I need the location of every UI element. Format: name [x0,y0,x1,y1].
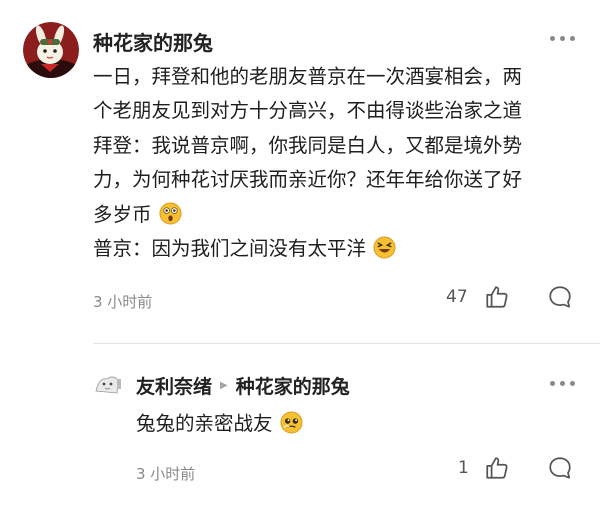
thumbs-up-icon[interactable] [484,284,510,310]
comment-line: 多岁币 [93,202,152,226]
reply-to-name[interactable]: 种花家的那兔 [236,372,350,399]
comment-line: 普京：因为我们之间没有太平洋 [93,237,367,261]
comment-line: 力，为何种花讨厌我而亲近你？还年年给你送了好 [93,168,523,192]
author-avatar[interactable] [23,22,79,78]
like-count: 47 [446,287,468,307]
surprised-emoji-icon [159,202,182,225]
reply-body: 兔兔的亲密战友 [136,410,303,438]
comment-body: 一日，拜登和他的老朋友普京在一次酒宴相会，两 个老朋友见到对方十分高兴，不由得谈… [93,60,563,266]
comment-reply-icon[interactable] [547,284,573,310]
laughing-emoji-icon [373,236,396,259]
comment-author-name[interactable]: 种花家的那兔 [93,27,213,56]
reply-divider [93,343,600,344]
comment-timestamp: 3 小时前 [93,293,153,311]
reply-arrow-icon: ▶ [220,380,228,391]
reply-thumbs-up-icon[interactable] [484,455,510,481]
reply-timestamp: 3 小时前 [136,465,196,483]
comment-line-with-emoji: 普京：因为我们之间没有太平洋 [93,232,563,266]
reply-text: 兔兔的亲密战友 [136,412,273,435]
pleading-emoji-icon [280,411,303,434]
more-options-icon[interactable] [550,36,575,41]
reply-author-avatar[interactable] [93,371,123,397]
comment-line-with-emoji: 多岁币 [93,198,563,232]
comment-line: 拜登：我说普京啊，你我同是白人，又都是境外势 [93,133,523,157]
comment-line: 一日，拜登和他的老朋友普京在一次酒宴相会，两 [93,65,523,88]
reply-author-name[interactable]: 友利奈绪 [136,372,212,399]
reply-comment-icon[interactable] [547,455,573,481]
reply-like-count: 1 [458,458,469,478]
reply-header: 友利奈绪 ▶ 种花家的那兔 [136,372,350,399]
reply-more-options-icon[interactable] [550,381,575,386]
comment-line: 个老朋友见到对方十分高兴，不由得谈些治家之道 [93,99,523,123]
